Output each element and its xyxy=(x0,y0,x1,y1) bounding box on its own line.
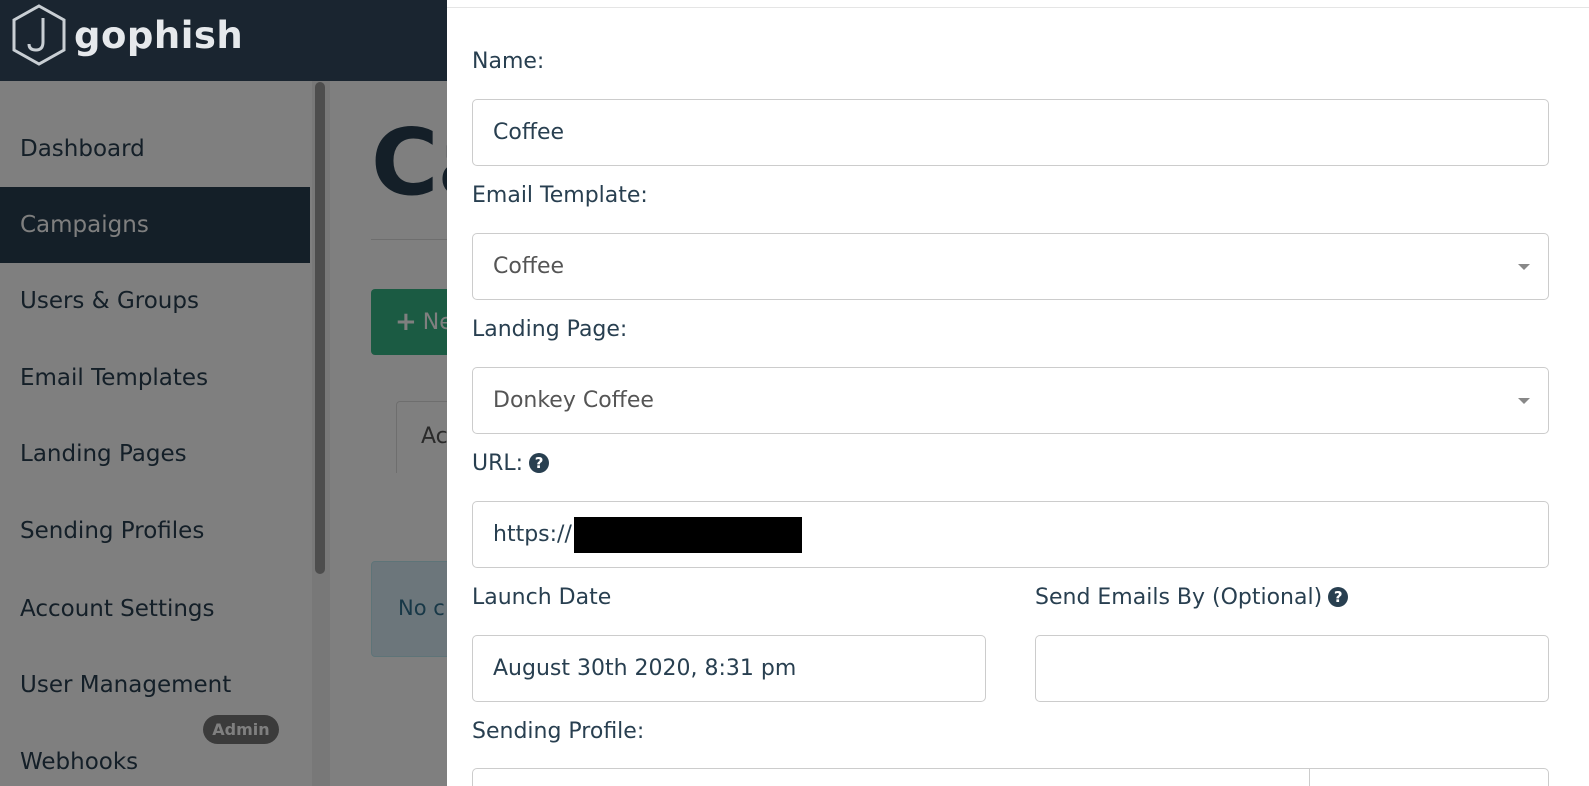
send-by-label: Send Emails By (Optional) xyxy=(1035,584,1323,610)
caret-down-icon xyxy=(1518,264,1530,270)
email-template-label: Email Template: xyxy=(472,182,648,208)
launch-date-label: Launch Date xyxy=(472,584,612,610)
brand-logo[interactable]: gophish xyxy=(10,2,243,68)
url-label-row: URL: ? xyxy=(472,449,550,477)
landing-page-value: Donkey Coffee xyxy=(493,388,654,413)
url-input[interactable]: https:// xyxy=(472,501,1549,568)
sending-profile-divider xyxy=(1309,768,1310,786)
email-template-value: Coffee xyxy=(493,254,565,279)
question-circle-icon[interactable]: ? xyxy=(529,453,550,473)
url-label: URL: xyxy=(472,450,524,476)
url-value: https:// xyxy=(493,522,572,547)
landing-page-label: Landing Page: xyxy=(472,316,628,342)
name-input[interactable]: Coffee xyxy=(472,99,1549,166)
redacted-block xyxy=(573,516,802,553)
send-by-input[interactable] xyxy=(1035,635,1549,702)
hook-hexagon-icon xyxy=(12,4,66,66)
sending-profile-label: Sending Profile: xyxy=(472,718,645,744)
new-campaign-modal: Name: Coffee Email Template: Coffee Land… xyxy=(447,0,1589,786)
brand-name: gophish xyxy=(74,13,244,57)
modal-header-divider xyxy=(447,7,1589,8)
question-circle-icon[interactable]: ? xyxy=(1328,587,1349,607)
sending-profile-select[interactable] xyxy=(472,768,1549,786)
name-label: Name: xyxy=(472,48,545,74)
email-template-select[interactable]: Coffee xyxy=(472,233,1549,300)
launch-date-value: August 30th 2020, 8:31 pm xyxy=(493,656,797,681)
send-by-label-row: Send Emails By (Optional) ? xyxy=(1035,583,1349,611)
caret-down-icon xyxy=(1518,398,1530,404)
landing-page-select[interactable]: Donkey Coffee xyxy=(472,367,1549,434)
launch-date-input[interactable]: August 30th 2020, 8:31 pm xyxy=(472,635,986,702)
name-value: Coffee xyxy=(493,120,565,145)
